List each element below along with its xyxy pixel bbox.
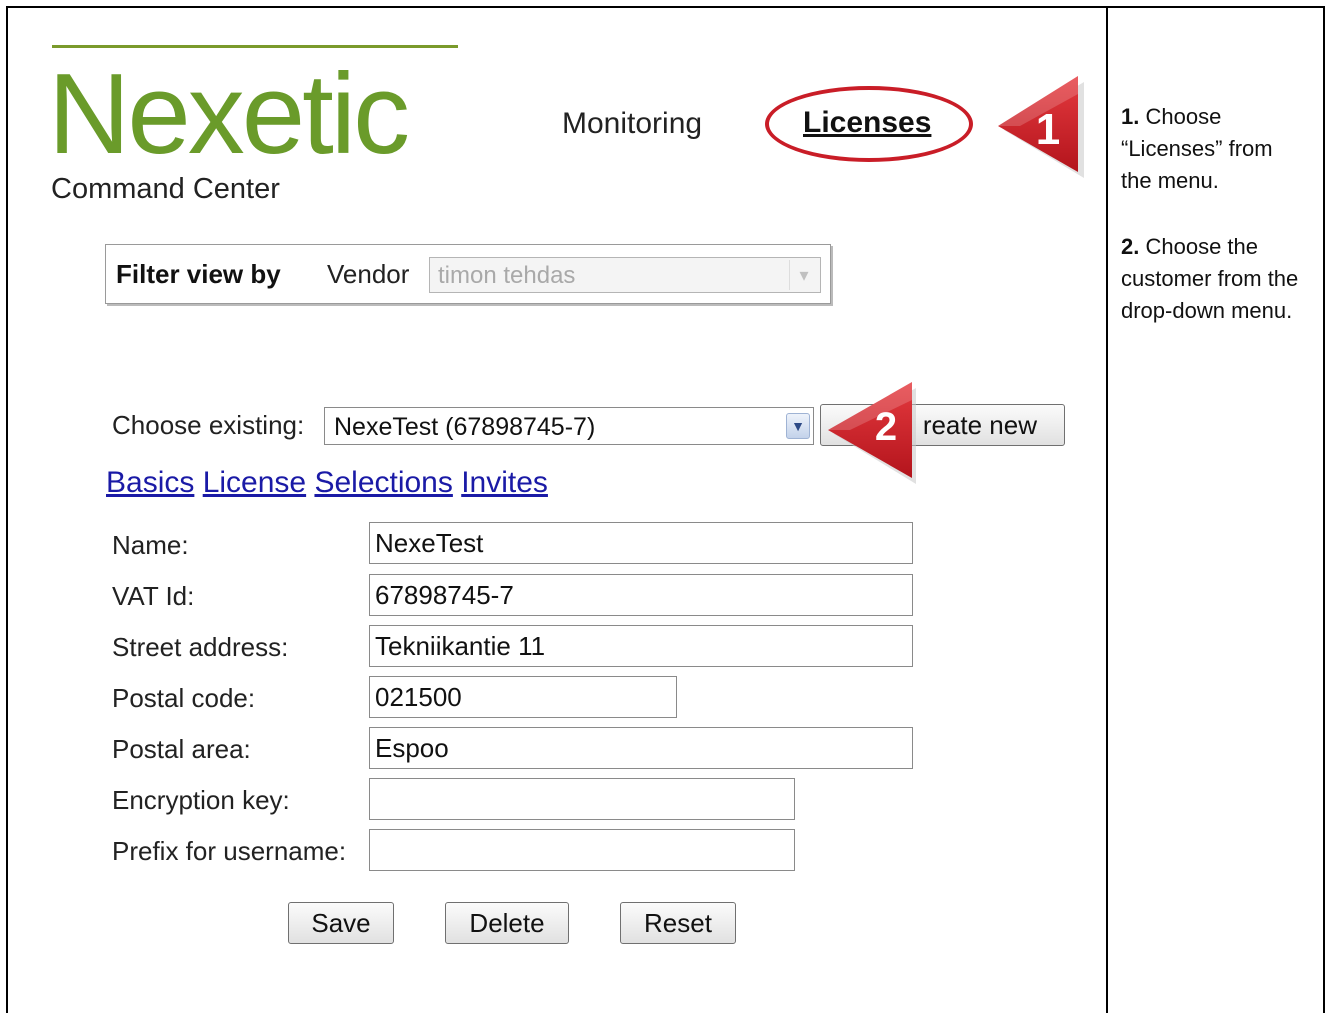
chevron-down-icon[interactable]: ▼: [786, 413, 810, 439]
filter-label: Filter view by: [116, 259, 281, 289]
vendor-select[interactable]: timon tehdas ▾: [429, 257, 821, 293]
nav-licenses[interactable]: Licenses: [803, 106, 931, 140]
street-address-label: Street address:: [112, 632, 289, 662]
step-1-number: 1: [1036, 105, 1060, 154]
step-2-number: 2: [875, 405, 897, 449]
username-prefix-field[interactable]: [369, 829, 795, 871]
reset-button[interactable]: Reset: [620, 902, 736, 944]
delete-button[interactable]: Delete: [445, 902, 569, 944]
encryption-key-label: Encryption key:: [112, 785, 290, 815]
brand-subtitle: Command Center: [51, 173, 280, 205]
postal-code-field[interactable]: 021500: [369, 676, 677, 718]
postal-code-label: Postal code:: [112, 683, 256, 713]
postal-area-label: Postal area:: [112, 734, 251, 764]
vat-id-label: VAT Id:: [112, 581, 195, 611]
brand-logo: Nexetic: [48, 51, 410, 178]
step-1-callout-badge: 1: [998, 76, 1084, 178]
nav-monitoring[interactable]: Monitoring: [562, 107, 702, 141]
tab-license[interactable]: License: [203, 466, 306, 499]
logo-rule: [52, 45, 458, 48]
tab-basics[interactable]: Basics: [106, 466, 194, 499]
instruction-step-2-number: 2.: [1121, 234, 1140, 259]
instruction-step-2: 2. Choose the customer from the drop-dow…: [1121, 231, 1301, 327]
instruction-step-1-number: 1.: [1121, 104, 1140, 129]
tab-selections[interactable]: Selections: [314, 466, 452, 499]
save-button[interactable]: Save: [288, 902, 394, 944]
vendor-label: Vendor: [327, 259, 410, 289]
postal-area-field[interactable]: Espoo: [369, 727, 913, 769]
encryption-key-field[interactable]: [369, 778, 795, 820]
chevron-down-icon: ▾: [789, 260, 818, 290]
vat-id-field[interactable]: 67898745-7: [369, 574, 913, 616]
tab-invites[interactable]: Invites: [461, 466, 548, 499]
instruction-step-1: 1. Choose “Licenses” from the menu.: [1121, 101, 1301, 197]
vendor-select-value: timon tehdas: [438, 262, 576, 289]
instruction-step-2-text: Choose the customer from the drop-down m…: [1121, 234, 1299, 323]
step-2-callout-badge: 2: [828, 382, 916, 484]
username-prefix-label: Prefix for username:: [112, 836, 347, 866]
name-field[interactable]: NexeTest: [369, 522, 913, 564]
customer-select-value: NexeTest (67898745-7): [334, 413, 596, 441]
customer-select[interactable]: NexeTest (67898745-7) ▼: [324, 407, 814, 445]
name-label: Name:: [112, 530, 189, 560]
street-address-field[interactable]: Tekniikantie 11: [369, 625, 913, 667]
choose-existing-label: Choose existing:: [112, 410, 305, 440]
column-divider: [1106, 6, 1108, 1013]
instruction-step-1-text: Choose “Licenses” from the menu.: [1121, 104, 1273, 193]
section-tabs: Basics License Selections Invites: [106, 466, 548, 500]
